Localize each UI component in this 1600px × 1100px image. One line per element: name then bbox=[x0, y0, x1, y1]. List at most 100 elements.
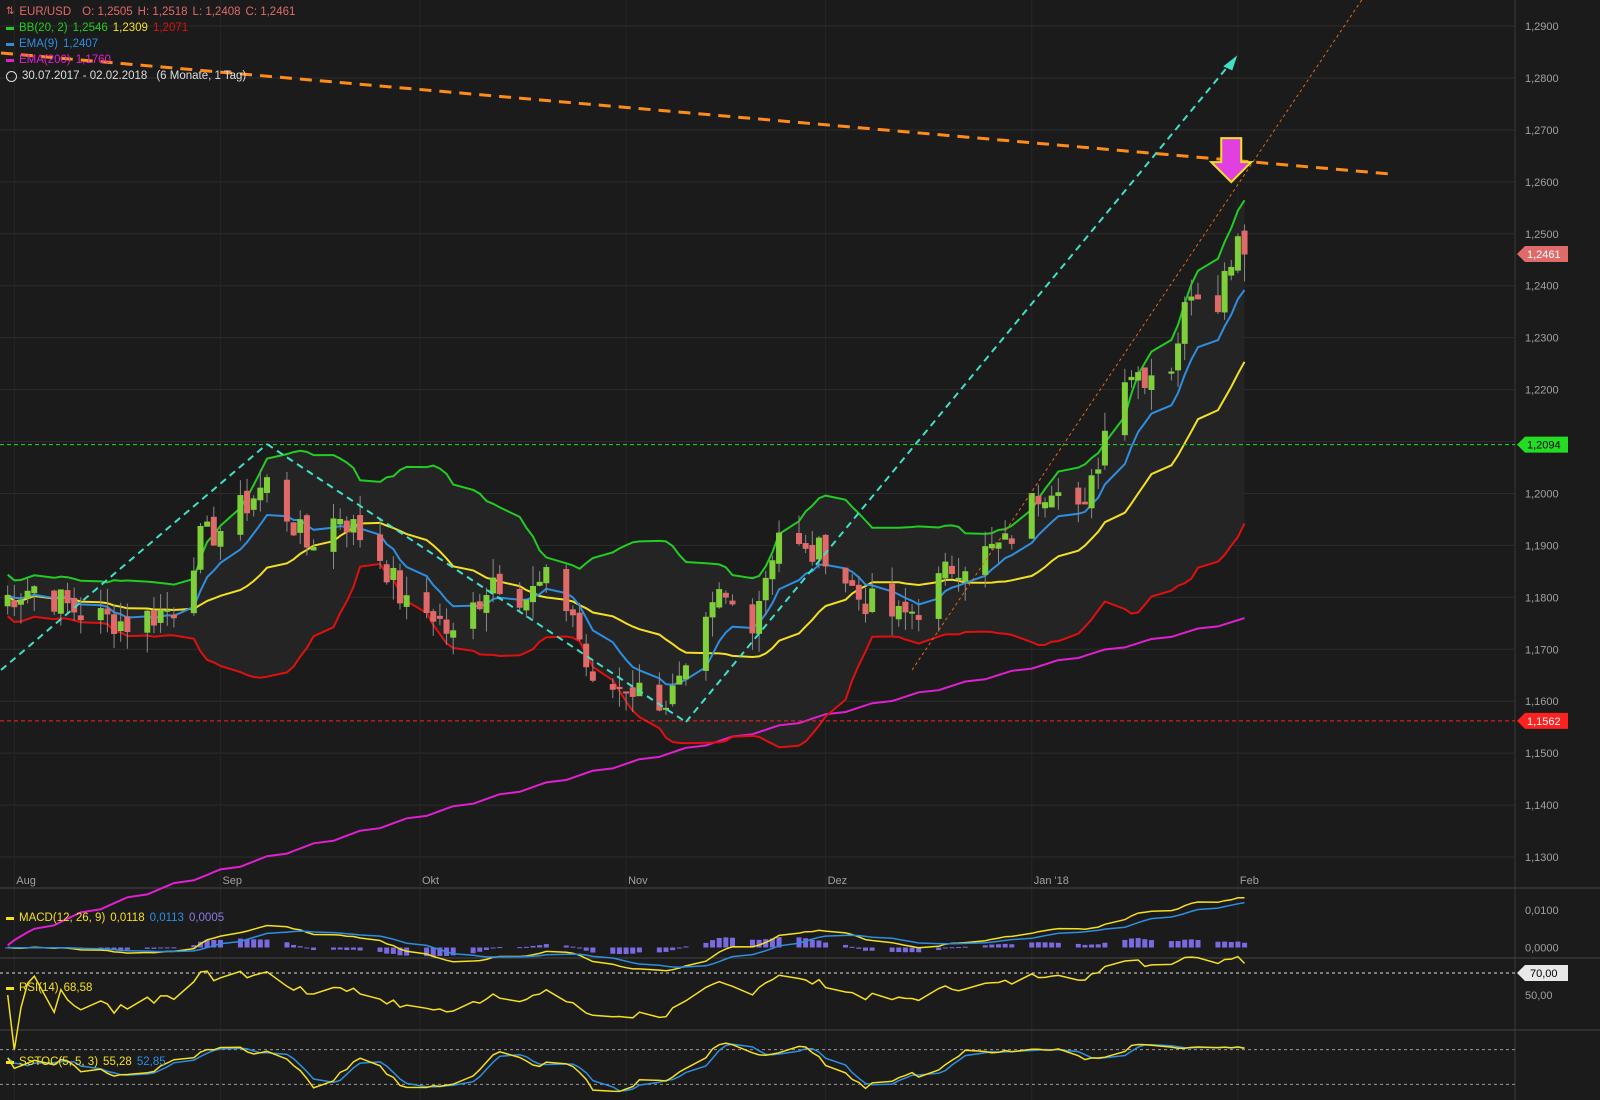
macd-histogram-bar bbox=[1129, 938, 1134, 948]
macd-histogram-bar bbox=[144, 947, 150, 949]
macd-histogram-bar bbox=[1055, 942, 1061, 948]
price-badge: 1,2094 bbox=[1517, 436, 1568, 453]
candle-body bbox=[722, 592, 729, 598]
candle-body bbox=[909, 611, 916, 614]
rsi-label: RSI(14) bbox=[19, 982, 59, 994]
macd-histogram-bar bbox=[1049, 942, 1055, 948]
rsi-legend: RSI(14) 68,58 bbox=[6, 982, 92, 994]
candle-body bbox=[476, 601, 483, 610]
y-tick-label: 1,2500 bbox=[1525, 229, 1559, 241]
candle-body bbox=[397, 570, 403, 604]
candle-body bbox=[583, 643, 590, 668]
macd-histogram-bar bbox=[803, 938, 809, 948]
candle-body bbox=[682, 665, 689, 680]
y-tick-label: 1,2000 bbox=[1525, 488, 1559, 500]
price-badge: 1,2461 bbox=[1517, 246, 1568, 263]
macd-histogram-bar bbox=[630, 947, 636, 954]
candle-body bbox=[669, 685, 676, 705]
candle-body bbox=[436, 615, 443, 619]
macd-swatch-icon bbox=[6, 916, 14, 920]
macd-histogram-bar bbox=[1168, 941, 1174, 948]
chart-canvas[interactable]: 1,1300 1,1400 1,1500 1,1600 1,1700 1,1800 1,19… bbox=[0, 0, 1600, 1100]
macd-histogram-bar bbox=[530, 945, 536, 948]
y-tick-label: 1,1500 bbox=[1525, 748, 1559, 760]
x-tick-label: Sep bbox=[222, 875, 242, 887]
macd-histogram-bar bbox=[1089, 944, 1095, 948]
macd-histogram-bar bbox=[297, 946, 303, 948]
macd-histogram-bar bbox=[304, 947, 310, 949]
legend-bb-row: BB(20, 2) 1,2546 1,2309 1,2071 bbox=[6, 20, 295, 36]
macd-histogram-bar bbox=[377, 947, 383, 952]
legend-ema9-value: 1,2407 bbox=[62, 38, 99, 50]
instrument-icon: ⇅ bbox=[6, 6, 15, 17]
candle-body bbox=[390, 567, 397, 581]
candle-body bbox=[576, 612, 583, 640]
candle-body bbox=[676, 675, 683, 685]
macd-histogram-bar bbox=[1029, 942, 1035, 948]
candle-body bbox=[855, 584, 862, 600]
candle-body bbox=[237, 495, 244, 535]
candle-body bbox=[523, 599, 530, 611]
candle-body bbox=[423, 592, 430, 614]
candle-body bbox=[849, 580, 856, 586]
macd-histogram-bar bbox=[1075, 943, 1081, 948]
candle-body bbox=[1121, 382, 1128, 436]
macd-histogram-bar bbox=[949, 947, 955, 949]
macd-histogram-bar bbox=[357, 947, 363, 951]
legend-ema9-row: EMA(9) 1,2407 bbox=[6, 36, 295, 52]
candle-body bbox=[117, 621, 124, 632]
candle-body bbox=[1075, 487, 1082, 505]
candle-body bbox=[769, 560, 776, 580]
macd-histogram-bar bbox=[663, 947, 669, 952]
main-legend: ⇅ EUR/USD O: 1,2505 H: 1,2518 L: 1,2408 … bbox=[6, 4, 295, 84]
candle-body bbox=[17, 599, 24, 605]
macd-histogram-bar bbox=[311, 947, 317, 951]
sstoc-legend: SSTOC(5, 5, 3) 55,28 52,85 bbox=[6, 1056, 166, 1068]
macd-histogram-bar bbox=[1195, 939, 1201, 948]
candle-body bbox=[244, 490, 251, 514]
legend-range-row: 30.07.2017 - 02.02.2018 (6 Monate, 1 Tag… bbox=[6, 68, 295, 84]
x-tick-label: Aug bbox=[16, 875, 36, 887]
macd-histogram-bar bbox=[158, 947, 164, 949]
macd-histogram-bar bbox=[257, 939, 263, 948]
macd-histogram-bar bbox=[863, 947, 868, 951]
candle-body bbox=[1042, 502, 1049, 509]
candle-body bbox=[337, 518, 344, 525]
candle-body bbox=[629, 687, 636, 697]
sstoc-value-d: 52,85 bbox=[136, 1056, 166, 1068]
candle-body bbox=[935, 573, 942, 619]
candle-body bbox=[190, 570, 197, 614]
macd-histogram-bar bbox=[1135, 938, 1141, 948]
candle-body bbox=[756, 601, 763, 634]
legend-instrument: EUR/USD bbox=[19, 6, 72, 18]
candle-body bbox=[1168, 371, 1175, 374]
sstoc-label: SSTOC(5, 5, 3) bbox=[19, 1056, 99, 1068]
macd-histogram-bar bbox=[1148, 940, 1154, 948]
macd-histogram-bar bbox=[1009, 944, 1015, 948]
candle-body bbox=[24, 590, 31, 599]
candle-body bbox=[1221, 270, 1228, 313]
macd-histogram-bar bbox=[284, 942, 290, 948]
macd-histogram-bar bbox=[902, 947, 908, 953]
candle-body bbox=[157, 609, 164, 623]
macd-histogram-bar bbox=[942, 947, 948, 949]
candle-body bbox=[377, 534, 384, 561]
macd-value-2: 0,0113 bbox=[149, 912, 184, 924]
legend-ema200-row: EMA(200) 1,1760 bbox=[6, 52, 295, 68]
candle-body bbox=[563, 569, 570, 612]
candle-body bbox=[862, 603, 869, 615]
candle-body bbox=[1101, 430, 1108, 466]
candle-body bbox=[1135, 372, 1142, 381]
candle-body bbox=[942, 561, 949, 579]
y-tick-label: 1,2300 bbox=[1525, 333, 1559, 345]
price-badge-label: 1,2094 bbox=[1527, 440, 1561, 452]
macd-histogram-bar bbox=[1222, 941, 1228, 948]
macd-histogram-bar bbox=[1082, 944, 1088, 948]
candle-body bbox=[1008, 538, 1015, 544]
macd-histogram-bar bbox=[583, 947, 589, 951]
candle-body bbox=[357, 515, 364, 541]
candle-body bbox=[1241, 230, 1248, 255]
macd-histogram-bar bbox=[703, 942, 709, 948]
x-tick-label: Feb bbox=[1240, 875, 1259, 887]
macd-histogram-bar bbox=[237, 938, 243, 948]
